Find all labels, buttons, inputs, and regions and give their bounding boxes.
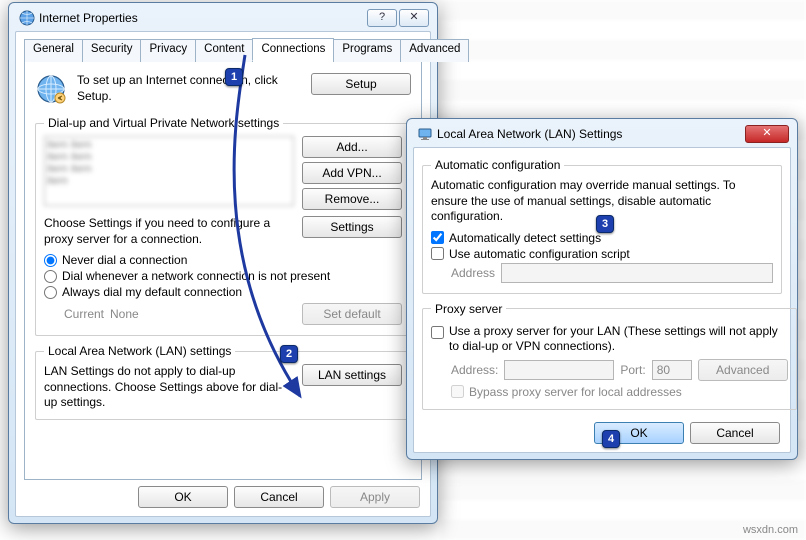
- dialup-group: Dial-up and Virtual Private Network sett…: [35, 116, 411, 336]
- bypass-local-checkbox: Bypass proxy server for local addresses: [431, 385, 788, 399]
- tab-general[interactable]: General: [24, 39, 83, 62]
- help-button[interactable]: ?: [367, 9, 397, 27]
- setup-button[interactable]: Setup: [311, 73, 411, 95]
- advanced-button: Advanced: [698, 359, 788, 381]
- use-script-checkbox[interactable]: Use automatic configuration script: [431, 247, 773, 261]
- tab-connections[interactable]: Connections: [252, 38, 334, 61]
- radio-dial-when[interactable]: Dial whenever a network connection is no…: [44, 269, 402, 283]
- lan-settings-window: Local Area Network (LAN) Settings ✕ Auto…: [406, 118, 798, 460]
- proxy-port-input: [652, 360, 692, 380]
- step-badge-4: 4: [602, 430, 620, 448]
- lan-group: Local Area Network (LAN) settings LAN Se…: [35, 344, 411, 420]
- tab-programs[interactable]: Programs: [333, 39, 401, 62]
- script-address-input: [501, 263, 773, 283]
- internet-options-icon: [19, 10, 35, 26]
- step-badge-3: 3: [596, 215, 614, 233]
- dialup-legend: Dial-up and Virtual Private Network sett…: [44, 116, 283, 130]
- radio-always-dial[interactable]: Always dial my default connection: [44, 285, 402, 299]
- lan-settings-button[interactable]: LAN settings: [302, 364, 402, 386]
- globe-icon: [35, 73, 67, 108]
- tab-privacy[interactable]: Privacy: [140, 39, 196, 62]
- set-default-button: Set default: [302, 303, 402, 325]
- step-badge-2: 2: [280, 345, 298, 363]
- proxy-address-input: [504, 360, 614, 380]
- ok-button[interactable]: OK: [138, 486, 228, 508]
- script-address-label: Address: [451, 266, 495, 280]
- add-vpn-button[interactable]: Add VPN...: [302, 162, 402, 184]
- titlebar: Internet Properties ? ✕: [15, 9, 431, 31]
- network-icon: [417, 126, 433, 142]
- tab-content[interactable]: Content: [195, 39, 253, 62]
- lan-titlebar: Local Area Network (LAN) Settings ✕: [413, 125, 791, 147]
- connections-panel: To set up an Internet connection, click …: [24, 60, 422, 480]
- tab-advanced[interactable]: Advanced: [400, 39, 469, 62]
- use-proxy-checkbox[interactable]: Use a proxy server for your LAN (These s…: [431, 324, 788, 355]
- lan-window-title: Local Area Network (LAN) Settings: [437, 127, 622, 141]
- remove-button[interactable]: Remove...: [302, 188, 402, 210]
- current-value: None: [110, 307, 296, 321]
- lan-cancel-button[interactable]: Cancel: [690, 422, 780, 444]
- connections-listbox[interactable]: item itemitem itemitem itemitem: [44, 136, 294, 206]
- lan-close-button[interactable]: ✕: [745, 125, 789, 143]
- add-button[interactable]: Add...: [302, 136, 402, 158]
- apply-button: Apply: [330, 486, 420, 508]
- window-title: Internet Properties: [39, 11, 138, 25]
- tab-security[interactable]: Security: [82, 39, 142, 62]
- proxy-legend: Proxy server: [431, 302, 506, 316]
- setup-help-text: To set up an Internet connection, click …: [77, 73, 301, 104]
- settings-help-text: Choose Settings if you need to configure…: [44, 216, 294, 247]
- radio-never-dial[interactable]: Never dial a connection: [44, 253, 402, 267]
- proxy-group: Proxy server Use a proxy server for your…: [422, 302, 797, 410]
- cancel-button[interactable]: Cancel: [234, 486, 324, 508]
- auto-config-legend: Automatic configuration: [431, 158, 564, 172]
- proxy-port-label: Port:: [620, 363, 645, 377]
- lan-help-text: LAN Settings do not apply to dial-up con…: [44, 364, 294, 411]
- current-label: Current: [44, 307, 104, 321]
- step-badge-1: 1: [225, 68, 243, 86]
- internet-properties-window: Internet Properties ? ✕ General Security…: [8, 2, 438, 524]
- watermark: wsxdn.com: [743, 524, 798, 536]
- lan-legend: Local Area Network (LAN) settings: [44, 344, 235, 358]
- proxy-address-label: Address:: [451, 363, 498, 377]
- close-button[interactable]: ✕: [399, 9, 429, 27]
- connection-settings-button[interactable]: Settings: [302, 216, 402, 238]
